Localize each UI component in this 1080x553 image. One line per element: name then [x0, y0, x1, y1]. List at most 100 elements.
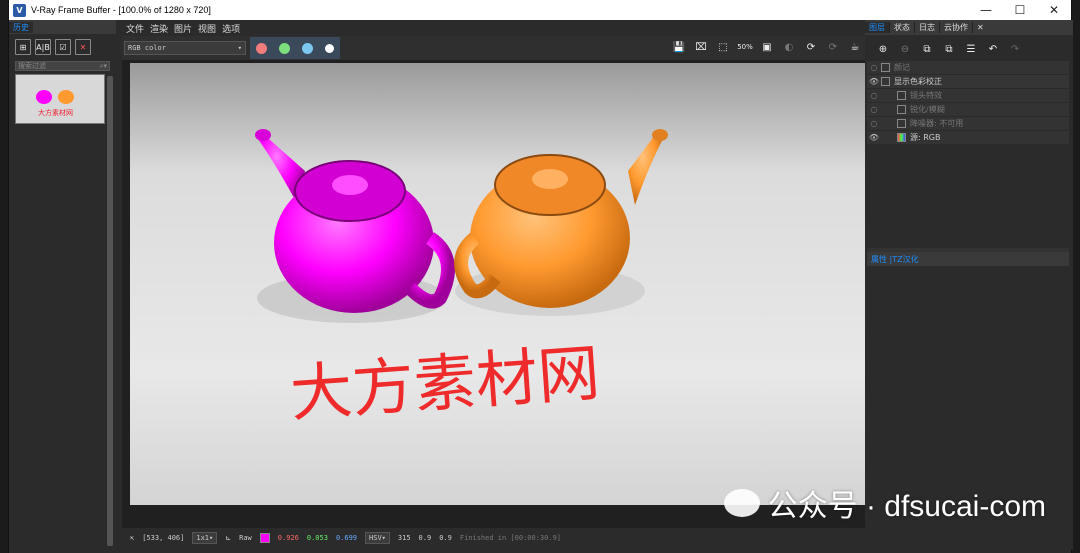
value-value: 0.9 — [439, 534, 452, 542]
blue-channel-toggle[interactable] — [302, 42, 313, 54]
ab-compare-icon[interactable]: A|B — [35, 39, 51, 55]
layer-label: 显示色彩校正 — [894, 77, 942, 86]
watermark-text: 公众号 · dfsucai-com — [767, 490, 1046, 523]
eye-icon[interactable]: ◌ — [867, 63, 881, 72]
history-search-input[interactable]: 搜索过滤 ⌕▾ — [15, 61, 110, 71]
load-history-icon[interactable]: ☑ — [55, 39, 71, 55]
properties-header[interactable]: 属性 |TZ汉化 — [867, 252, 1069, 266]
color-space-select[interactable]: HSV ▾ — [365, 532, 390, 544]
layer-checkbox[interactable] — [881, 63, 890, 72]
blue-value: 0.699 — [335, 534, 358, 542]
layer-label: 颜记 — [894, 63, 910, 72]
stop-render-icon[interactable]: ⟳ — [825, 39, 841, 55]
saturation-value: 0.9 — [418, 534, 432, 542]
lock-icon[interactable]: ◐ — [781, 39, 797, 55]
eye-icon[interactable]: 👁 — [867, 77, 881, 86]
menu-image[interactable]: 图片 — [174, 22, 192, 35]
menu-file[interactable]: 文件 — [126, 22, 144, 35]
red-value: 0.926 — [277, 534, 299, 542]
channel-select[interactable]: RGB color ▾ — [124, 41, 246, 55]
layers-panel: 图层 状态 日志 云协作 ✕ ⊕ ⊖ ⧉ ⧉ ☰ ↶ ↷ ◌ 颜记 👁 显示色彩校正… — [865, 20, 1073, 550]
tab-layers[interactable]: 图层 — [865, 22, 890, 33]
close-button[interactable]: ✕ — [1037, 0, 1071, 20]
layer-checkbox[interactable] — [897, 119, 906, 128]
vfb-toolbar: RGB color ▾ 💾 ⌧ ⬚ 50% ▣ ◐ ⟳ ⟳ ☕ — [122, 36, 869, 60]
pixel-coords: [533, 406] — [142, 534, 185, 542]
frame-icon[interactable]: ▣ — [759, 39, 775, 55]
layer-checkbox[interactable] — [897, 105, 906, 114]
layer-label: 锐化/模糊 — [910, 105, 945, 114]
layer-row[interactable]: ◌ 镜头特效 — [867, 89, 1069, 103]
history-scrollbar[interactable] — [107, 76, 113, 546]
close-panel-icon[interactable]: ✕ — [973, 23, 988, 32]
window-title: V-Ray Frame Buffer - [100.0% of 1280 x 7… — [31, 5, 211, 15]
layer-checkbox[interactable] — [881, 77, 890, 86]
raw-toggle-icon[interactable]: ⊾ — [225, 534, 231, 542]
tab-cloud[interactable]: 云协作 — [940, 22, 973, 33]
render-time: Finished in [00:00:30.9] — [459, 534, 562, 542]
layer-row[interactable]: ◌ 降噪器: 不可用 — [867, 117, 1069, 131]
search-placeholder: 搜索过滤 — [18, 62, 46, 70]
tab-log[interactable]: 日志 — [915, 22, 940, 33]
green-value: 0.053 — [306, 534, 328, 542]
svg-text:大方素材网: 大方素材网 — [38, 108, 73, 117]
properties-tab: 属性 |TZ汉化 — [871, 254, 919, 264]
save-image-icon[interactable]: 💾 — [671, 39, 687, 55]
tab-history[interactable]: 历史 — [9, 21, 33, 33]
layer-list-icon[interactable]: ☰ — [963, 41, 979, 57]
wechat-icon — [723, 489, 760, 517]
layer-label: 降噪器: 不可用 — [910, 119, 964, 128]
region-render-icon[interactable]: ⬚ — [715, 39, 731, 55]
menu-options[interactable]: 选项 — [222, 22, 240, 35]
add-layer-icon[interactable]: ⊕ — [875, 41, 891, 57]
history-thumbnail[interactable]: 大方素材网 — [15, 74, 105, 124]
layer-row[interactable]: ◌ 锐化/模糊 — [867, 103, 1069, 117]
status-bar: ⇱ [533, 406] 1x1 ▾ ⊾ Raw 0.926 0.053 0.69… — [122, 528, 869, 548]
remove-layer-icon[interactable]: ⊖ — [897, 41, 913, 57]
red-channel-toggle[interactable] — [256, 42, 267, 54]
eye-icon[interactable]: 👁 — [867, 133, 881, 142]
minimize-button[interactable]: — — [969, 0, 1003, 20]
eye-icon[interactable]: ◌ — [867, 105, 881, 114]
search-icon: ⌕▾ — [99, 61, 107, 70]
undo-icon[interactable]: ↶ — [985, 41, 1001, 57]
clear-image-icon[interactable]: ⌧ — [693, 39, 709, 55]
menu-render[interactable]: 渲染 — [150, 22, 168, 35]
save-history-icon[interactable]: ⊞ — [15, 39, 31, 55]
green-channel-toggle[interactable] — [279, 42, 290, 54]
rendered-image: 大方素材网 — [130, 63, 865, 505]
alpha-channel-toggle[interactable] — [325, 43, 334, 53]
eye-icon[interactable]: ◌ — [867, 119, 881, 128]
render-icon[interactable]: ☕ — [847, 39, 863, 55]
zoom-50-icon[interactable]: 50% — [737, 39, 753, 55]
render-watermark-text: 大方素材网 — [288, 336, 602, 430]
zoom-value: 1x1 — [196, 534, 210, 542]
raw-label: Raw — [239, 534, 252, 542]
maximize-button[interactable]: ☐ — [1003, 0, 1037, 20]
pixel-picker-icon[interactable]: ⇱ — [130, 534, 134, 542]
render-viewport[interactable]: 大方素材网 — [122, 60, 869, 530]
layer-checkbox[interactable] — [897, 91, 906, 100]
layer-row[interactable]: 👁 显示色彩校正 — [867, 75, 1069, 89]
title-bar: V V-Ray Frame Buffer - [100.0% of 1280 x… — [9, 0, 1071, 20]
layer-row[interactable]: ◌ 颜记 — [867, 61, 1069, 75]
pixel-color-swatch — [259, 533, 270, 543]
eye-icon[interactable]: ◌ — [867, 91, 881, 100]
remove-history-icon[interactable]: ✕ — [75, 39, 91, 55]
rgb-source-icon — [897, 133, 906, 142]
redo-icon[interactable]: ↷ — [1007, 41, 1023, 57]
chevron-down-icon: ▾ — [237, 44, 242, 52]
menu-view[interactable]: 视图 — [198, 22, 216, 35]
layer-row[interactable]: 👁 源: RGB — [867, 131, 1069, 145]
zoom-select[interactable]: 1x1 ▾ — [192, 532, 218, 544]
load-layers-icon[interactable]: ⧉ — [919, 41, 935, 57]
hue-value: 315 — [397, 534, 411, 542]
save-layers-icon[interactable]: ⧉ — [941, 41, 957, 57]
tab-stats[interactable]: 状态 — [890, 22, 915, 33]
page-watermark: 公众号 · dfsucai-com — [723, 481, 1046, 525]
layer-label: 镜头特效 — [910, 91, 942, 100]
render-interactive-icon[interactable]: ⟳ — [803, 39, 819, 55]
channel-value: RGB color — [128, 44, 166, 52]
vray-app-icon: V — [13, 3, 26, 17]
layer-label: 源: RGB — [910, 133, 941, 142]
